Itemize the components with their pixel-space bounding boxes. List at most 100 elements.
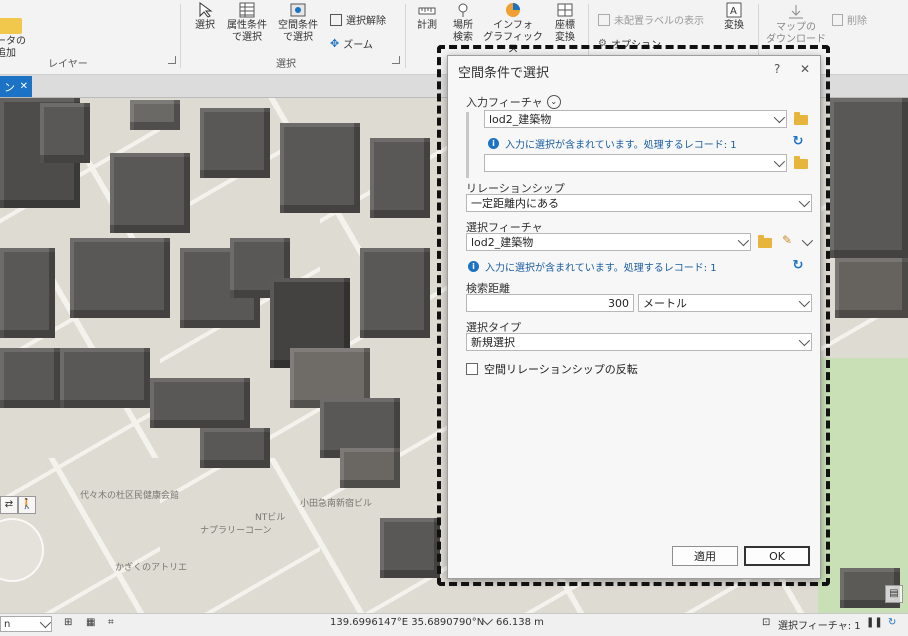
- browse-folder-icon[interactable]: [794, 156, 808, 169]
- select-by-attr-label-2: で選択: [232, 32, 262, 43]
- clear-selection-button[interactable]: 選択解除: [330, 12, 386, 27]
- help-icon[interactable]: ?: [774, 62, 780, 76]
- download-label-1: マップの: [776, 22, 816, 33]
- table-icon: [238, 2, 256, 18]
- apply-button[interactable]: 適用: [672, 546, 738, 566]
- select-by-attributes-button[interactable]: 属性条件 で選択: [224, 2, 270, 44]
- select-button[interactable]: 選択: [190, 2, 220, 32]
- info-icon: i: [488, 138, 499, 149]
- zoom-icon: ✥: [330, 37, 340, 50]
- convert-labels-button[interactable]: A 変換: [716, 2, 752, 32]
- relationship-value: 一定距離内にある: [471, 197, 559, 210]
- close-icon[interactable]: ✕: [800, 62, 810, 76]
- building: [200, 108, 270, 178]
- distance-unit-dropdown[interactable]: メートル: [638, 294, 812, 312]
- dialog-title: 空間条件で選択: [458, 66, 550, 81]
- scale-value: n: [4, 618, 11, 630]
- refresh-icon[interactable]: ↻: [888, 617, 896, 628]
- navigator-compass[interactable]: [0, 518, 44, 582]
- browse-folder-icon[interactable]: [758, 235, 772, 248]
- selection-type-value: 新規選択: [471, 336, 515, 349]
- input-features-label: 入力フィーチャ: [466, 96, 543, 109]
- building: [130, 100, 180, 130]
- ok-button[interactable]: OK: [744, 546, 810, 566]
- measure-label: 計測: [417, 20, 437, 31]
- add-data-button[interactable]: ータの 追加: [0, 18, 36, 60]
- selecting-selection-notice: i 入力に選択が含まれています。処理するレコード: 1: [468, 259, 717, 274]
- table-view-icon[interactable]: ▦: [86, 617, 95, 628]
- building: [40, 103, 90, 163]
- checkbox-box[interactable]: [466, 363, 478, 375]
- locate-label-1: 場所: [453, 20, 473, 31]
- add-data-label-1: ータの: [0, 36, 26, 47]
- label-options-button[interactable]: ⚙ オプション: [598, 36, 661, 51]
- delete-label: 削除: [847, 16, 867, 27]
- options-label: オプション: [610, 40, 661, 51]
- browse-folder-icon[interactable]: [794, 112, 808, 125]
- options-icon: ⚙: [598, 38, 607, 49]
- altitude-readout: 66.138 m: [496, 617, 544, 628]
- invert-relationship-checkbox[interactable]: 空間リレーションシップの反転: [466, 361, 638, 377]
- infographics-button[interactable]: インフォ グラフィックス: [482, 2, 544, 56]
- selecting-notice-text: 入力に選択が含まれています。処理するレコード: 1: [485, 263, 717, 274]
- chevron-down-icon: [737, 234, 750, 247]
- unplaced-labels-button[interactable]: 未配置ラベルの表示: [598, 12, 704, 27]
- select-arrow-icon: [196, 2, 214, 18]
- chevron-down-icon: [798, 295, 811, 308]
- expand-circle-icon[interactable]: ⌄: [546, 95, 561, 109]
- input-feature-dropdown[interactable]: lod2_建築物: [484, 110, 787, 128]
- invert-relationship-label: 空間リレーションシップの反転: [484, 363, 638, 376]
- nav-tool-button[interactable]: ⇄: [0, 496, 18, 514]
- map-tab-label: ン: [4, 80, 15, 94]
- walk-mode-button[interactable]: 🚶: [18, 496, 36, 514]
- relationship-dropdown[interactable]: 一定距離内にある: [466, 194, 812, 212]
- chevron-down-icon: [39, 616, 52, 629]
- delete-icon: [832, 13, 843, 26]
- selection-group-label: 選択: [276, 59, 296, 70]
- input-features-label-row: 入力フィーチャ ⌄: [466, 94, 561, 110]
- refresh-icon[interactable]: ↻: [791, 135, 805, 149]
- selecting-feature-dropdown[interactable]: lod2_建築物: [466, 233, 751, 251]
- select-by-location-button[interactable]: 空間条件 で選択: [274, 2, 322, 44]
- coords-label-1: 座標: [555, 20, 575, 31]
- pause-icon[interactable]: ❚❚: [866, 617, 883, 628]
- building: [360, 248, 430, 338]
- delete-button[interactable]: 削除: [832, 12, 867, 27]
- refresh-icon[interactable]: ↻: [791, 259, 805, 273]
- zoom-to-selection-button[interactable]: ✥ ズーム: [330, 36, 373, 51]
- chevron-down-icon: [773, 155, 786, 168]
- select-label: 選択: [195, 20, 215, 31]
- convert-coordinates-button[interactable]: 座標 変換: [548, 2, 582, 44]
- input-feature-dropdown-2[interactable]: [484, 154, 787, 172]
- pencil-icon[interactable]: ✎: [782, 233, 792, 247]
- measure-button[interactable]: 計測: [412, 2, 442, 32]
- layer-group-launcher[interactable]: [168, 56, 176, 64]
- search-distance-input[interactable]: 300: [466, 294, 634, 312]
- coords-label-2: 変換: [555, 32, 575, 43]
- infographics-label-1: インフォ: [493, 20, 533, 31]
- building: [0, 248, 55, 338]
- download-map-button[interactable]: マップの ダウンロード: [766, 4, 826, 46]
- snapping-icon[interactable]: ⌗: [108, 617, 114, 628]
- zoom-label: ズーム: [343, 40, 373, 51]
- map-label-building: 小田急南新宿ビル: [300, 499, 373, 509]
- selection-type-dropdown[interactable]: 新規選択: [466, 333, 812, 351]
- map-view-tab[interactable]: ン ✕: [0, 76, 32, 97]
- selection-group-launcher[interactable]: [392, 56, 400, 64]
- chevron-down-icon: [798, 195, 811, 208]
- map-label-poi: かぎくのアトリエ: [115, 563, 188, 573]
- map-side-tool-button[interactable]: ▤: [885, 585, 903, 603]
- grid-icon[interactable]: ⊞: [64, 617, 72, 628]
- location-select-icon: [289, 2, 307, 18]
- select-by-attr-label-1: 属性条件: [227, 20, 267, 31]
- clear-selection-icon: [330, 13, 342, 26]
- chevron-down-icon[interactable]: [801, 234, 814, 247]
- close-tab-icon[interactable]: ✕: [20, 81, 28, 92]
- locate-button[interactable]: 場所 検索: [446, 2, 480, 44]
- locate-pin-icon: [454, 2, 472, 18]
- map-label-poi: 代々木の杜区民健康会館: [80, 491, 180, 501]
- select-by-location-dialog: 空間条件で選択 ? ✕ 入力フィーチャ ⌄ lod2_建築物 i 入力に選択が含…: [447, 55, 821, 579]
- scale-dropdown[interactable]: n: [0, 616, 52, 632]
- building: [835, 258, 908, 318]
- building: [110, 153, 190, 233]
